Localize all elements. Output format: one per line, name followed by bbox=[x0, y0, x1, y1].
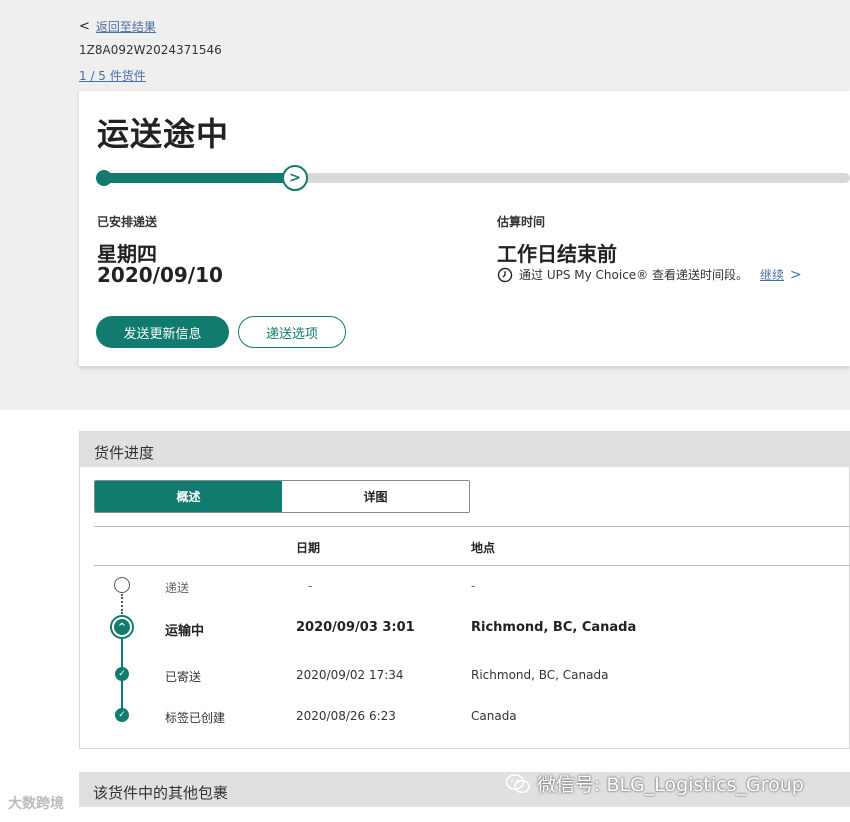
row-status: 递送 bbox=[165, 581, 190, 595]
estimate-note: 通过 UPS My Choice® 查看递送时间段。 继续 > bbox=[497, 266, 802, 283]
row-date: 2020/08/26 6:23 bbox=[296, 709, 396, 723]
continue-link[interactable]: 继续 bbox=[760, 266, 784, 283]
column-header-location: 地点 bbox=[471, 541, 496, 555]
back-to-results[interactable]: < 返回至结果 bbox=[79, 18, 156, 35]
view-toggle: 概述 详图 bbox=[94, 480, 470, 513]
chevron-up-icon: ^ bbox=[114, 619, 130, 635]
estimated-time-value: 工作日结束前 bbox=[497, 242, 617, 266]
progress-track bbox=[97, 173, 850, 183]
current-status-icon: ^ bbox=[110, 615, 134, 639]
chevron-right-icon[interactable]: > bbox=[790, 267, 802, 283]
package-count-link[interactable]: 1 / 5 件货件 bbox=[79, 67, 146, 84]
progress-start-dot bbox=[96, 170, 112, 186]
row-status: 标签已创建 bbox=[165, 711, 226, 725]
row-date: - bbox=[308, 579, 313, 593]
row-date: 2020/09/03 3:01 bbox=[296, 620, 415, 635]
shipment-progress-section: 货件进度 概述 详图 日期 地点 ^ ✓ ✓ 递送 - - 运输中 2020/0… bbox=[79, 431, 850, 749]
check-circle-icon: ✓ bbox=[115, 708, 129, 722]
progress-knob: > bbox=[282, 165, 308, 191]
clock-icon bbox=[497, 267, 513, 282]
status-title: 运送途中 bbox=[97, 115, 230, 153]
estimate-note-text: 通过 UPS My Choice® 查看递送时间段。 bbox=[519, 268, 748, 282]
tab-detail[interactable]: 详图 bbox=[282, 481, 469, 512]
chevron-right-icon: > bbox=[289, 170, 301, 186]
scheduled-delivery-label: 已安排递送 bbox=[97, 215, 158, 229]
check-circle-icon: ✓ bbox=[115, 667, 129, 681]
watermark-right-text: 微信号: BLG_Logistics_Group bbox=[537, 774, 804, 796]
status-card: 运送途中 > 已安排递送 星期四 2020/09/10 估算时间 工作日结束前 … bbox=[79, 91, 850, 366]
table-header-divider bbox=[94, 565, 850, 566]
row-status: 已寄送 bbox=[165, 670, 202, 684]
scheduled-date: 2020/09/10 bbox=[97, 263, 223, 287]
column-header-date: 日期 bbox=[296, 541, 321, 555]
pending-circle-icon bbox=[114, 577, 130, 593]
timeline-dotted-connector bbox=[121, 594, 123, 614]
watermark-right: 微信号: BLG_Logistics_Group bbox=[505, 770, 804, 797]
tab-overview[interactable]: 概述 bbox=[95, 481, 282, 512]
row-date: 2020/09/02 17:34 bbox=[296, 668, 404, 682]
table-divider bbox=[94, 526, 850, 527]
wechat-icon bbox=[505, 773, 530, 793]
delivery-options-button[interactable]: 递送选项 bbox=[238, 316, 346, 348]
back-arrow-icon: < bbox=[79, 19, 90, 34]
row-location: Richmond, BC, Canada bbox=[471, 668, 609, 682]
row-location: - bbox=[471, 579, 476, 593]
progress-fill bbox=[97, 173, 308, 183]
row-location: Richmond, BC, Canada bbox=[471, 620, 637, 635]
shipment-progress-title: 货件进度 bbox=[80, 432, 850, 467]
back-to-results-link[interactable]: 返回至结果 bbox=[96, 18, 156, 35]
row-location: Canada bbox=[471, 709, 517, 723]
row-status: 运输中 bbox=[165, 624, 205, 639]
watermark-left: 大数跨境 bbox=[8, 796, 64, 812]
send-updates-button[interactable]: 发送更新信息 bbox=[96, 316, 229, 348]
tracking-number: 1Z8A092W2024371546 bbox=[79, 43, 222, 57]
estimated-time-label: 估算时间 bbox=[497, 215, 546, 229]
